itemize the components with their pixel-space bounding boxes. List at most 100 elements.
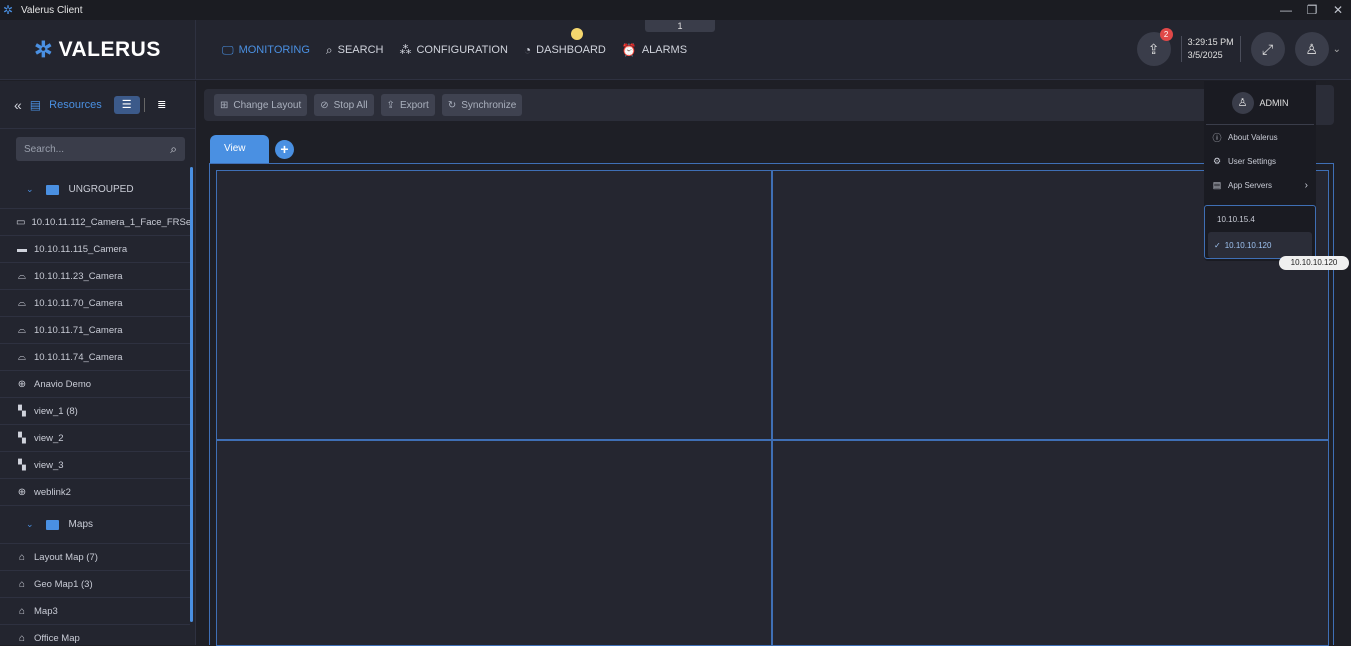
share-notification-icon: ⇪ — [1147, 40, 1160, 57]
toggle-divider — [143, 97, 145, 112]
sidebar-scrollbar[interactable] — [190, 167, 193, 622]
tree-item[interactable]: ⌂ Geo Map1 (3) — [0, 571, 190, 598]
clock-date: 3/5/2025 — [1187, 50, 1223, 60]
video-layout — [209, 163, 1334, 646]
tree-item[interactable]: ▚ view_3 — [0, 452, 190, 479]
menu-item-app-servers-label: App Servers — [1228, 180, 1273, 190]
clock: 3:29:15 PM 3/5/2025 — [1180, 36, 1241, 62]
folder-icon — [45, 519, 59, 530]
tree-item[interactable]: ⌂ Office Map — [0, 625, 190, 645]
camera-dome-icon: ⌓ — [18, 324, 26, 336]
server-item[interactable]: 10.10.15.4 — [1205, 206, 1315, 232]
tree-item-label: 10.10.11.70_Camera — [34, 297, 123, 309]
tree-group[interactable]: ⌄ UNGROUPED — [0, 171, 190, 209]
export-button[interactable]: ⇪ Export — [380, 94, 435, 116]
video-tile[interactable] — [772, 440, 1329, 646]
tree-item-label: weblink2 — [34, 486, 71, 498]
menu-item-user-settings-label: User Settings — [1228, 156, 1277, 166]
view-icon: ▚ — [18, 459, 26, 471]
tree-view-button[interactable]: ☰ — [113, 95, 140, 114]
nav-monitoring[interactable]: 🖵 MONITORING — [222, 43, 310, 58]
menu-item-app-servers[interactable]: ▤ App Servers › — [1204, 173, 1316, 197]
alarm-icon: ⏰ — [621, 43, 637, 57]
user-menu-button[interactable]: ♙ ⌄ — [1294, 32, 1341, 66]
tree-item[interactable]: ▭ 10.10.11.112_Camera_1_Face_FRSe — [0, 209, 190, 236]
export-icon: ⇪ — [386, 99, 395, 111]
menu-item-user-settings[interactable]: ⚙ User Settings — [1204, 149, 1316, 173]
tree-item-label: Office Map — [34, 632, 80, 644]
tree-item[interactable]: ⌓ 10.10.11.74_Camera — [0, 344, 190, 371]
tree-item[interactable]: ⌓ 10.10.11.70_Camera — [0, 290, 190, 317]
view-tabs: View + — [210, 135, 294, 163]
server-address: 10.10.15.4 — [1217, 214, 1255, 224]
tree-item-label: UNGROUPED — [68, 184, 134, 195]
tree-item-label: view_1 (8) — [34, 405, 78, 417]
nav-dashboard-label: DASHBOARD — [536, 44, 606, 56]
list-view-button[interactable]: ≣ — [149, 96, 175, 114]
brand-name: VALERUS — [58, 38, 161, 61]
video-tile[interactable] — [216, 170, 772, 440]
tree-item[interactable]: ⊕ Anavio Demo — [0, 371, 190, 398]
tree-item-label: 10.10.11.74_Camera — [34, 351, 123, 363]
menu-item-about[interactable]: ⓘ About Valerus — [1204, 125, 1316, 149]
tree-item[interactable]: ▚ view_1 (8) — [0, 398, 190, 425]
tree-item[interactable]: ⊕ weblink2 — [0, 479, 190, 506]
tree-item-label: 10.10.11.23_Camera — [34, 270, 123, 282]
change-layout-button[interactable]: ⊞ Change Layout — [214, 94, 308, 116]
info-icon: ⓘ — [1212, 132, 1222, 143]
nav-dashboard[interactable]: ◔ DASHBOARD — [524, 43, 606, 57]
tree-item-label: Anavio Demo — [34, 378, 92, 390]
app-logo-icon: ✲ — [3, 3, 14, 17]
search-input[interactable] — [24, 143, 171, 155]
view-icon: ▚ — [18, 405, 26, 417]
brand: ✲ VALERUS — [0, 20, 196, 80]
map-icon: ⌂ — [18, 632, 26, 644]
notifications-button[interactable]: ⇪ 2 — [1136, 28, 1173, 66]
tab-view[interactable]: View — [210, 135, 269, 163]
tree-item-label: Geo Map1 (3) — [34, 578, 93, 590]
tree-item[interactable]: ⌂ Layout Map (7) — [0, 544, 190, 571]
tree-item[interactable]: ⌂ Map3 — [0, 598, 190, 625]
user-avatar: ♙ — [1294, 32, 1329, 66]
user-icon: ♙ — [1305, 40, 1318, 57]
close-button[interactable]: ✕ — [1325, 0, 1351, 20]
camera-dome-icon: ⌓ — [18, 351, 26, 363]
nav-monitoring-label: MONITORING — [238, 44, 310, 56]
resources-icon: ▤ — [29, 97, 42, 112]
tree-group[interactable]: ⌄ Maps — [0, 506, 190, 544]
minimize-button[interactable]: — — [1273, 0, 1299, 20]
chevron-right-icon: › — [1304, 179, 1308, 191]
synchronize-button[interactable]: ↻ Synchronize — [441, 94, 523, 116]
export-label: Export — [399, 99, 429, 111]
clock-time: 3:29:15 PM — [1187, 37, 1234, 47]
search-icon: ⌕ — [325, 42, 333, 57]
chevron-down-icon[interactable]: ⌄ — [26, 519, 34, 530]
nav-search[interactable]: ⌕ SEARCH — [326, 43, 384, 58]
tree-item[interactable]: ▚ view_2 — [0, 425, 190, 452]
change-layout-label: Change Layout — [233, 99, 302, 111]
search-icon[interactable]: ⌕ — [170, 142, 177, 157]
tree-item[interactable]: ⌓ 10.10.11.23_Camera — [0, 263, 190, 290]
nav-alarms[interactable]: ⏰ ALARMS — [622, 43, 687, 57]
nav-configuration[interactable]: ⁂ CONFIGURATION — [399, 43, 507, 57]
stop-all-button[interactable]: ⊘ Stop All — [314, 94, 374, 116]
resource-tree: ⌄ UNGROUPED ▭ 10.10.11.112_Camera_1_Face_FR… — [0, 171, 190, 645]
tree-item[interactable]: ⌓ 10.10.11.71_Camera — [0, 317, 190, 344]
chevron-down-icon[interactable]: ⌄ — [26, 184, 34, 195]
resources-label[interactable]: Resources — [49, 99, 102, 111]
monitoring-toolbar: ⊞ Change Layout ⊘ Stop All ⇪ Export ↻ Sy… — [204, 89, 1334, 121]
fullscreen-button[interactable]: ⤢ — [1250, 32, 1285, 66]
tree-item[interactable]: ▬ 10.10.11.115_Camera — [0, 236, 190, 263]
server-item-selected[interactable]: ✓ 10.10.10.120 — [1208, 232, 1312, 258]
nav-alarms-label: ALARMS — [641, 44, 688, 56]
monitor-icon: 🖵 — [222, 42, 234, 57]
video-tile[interactable] — [216, 440, 772, 646]
add-view-button[interactable]: + — [275, 139, 294, 159]
camera-dome-icon: ⌓ — [18, 270, 26, 282]
stop-all-label: Stop All — [333, 99, 368, 111]
header-actions: ⇪ 2 3:29:15 PM 3/5/2025 ⤢ ♙ ⌄ — [1136, 28, 1341, 66]
collapse-sidebar-icon[interactable]: « — [14, 97, 22, 113]
window-controls: — ❐ ✕ — [1273, 0, 1351, 20]
map-icon: ⌂ — [18, 578, 26, 590]
restore-button[interactable]: ❐ — [1299, 0, 1325, 20]
